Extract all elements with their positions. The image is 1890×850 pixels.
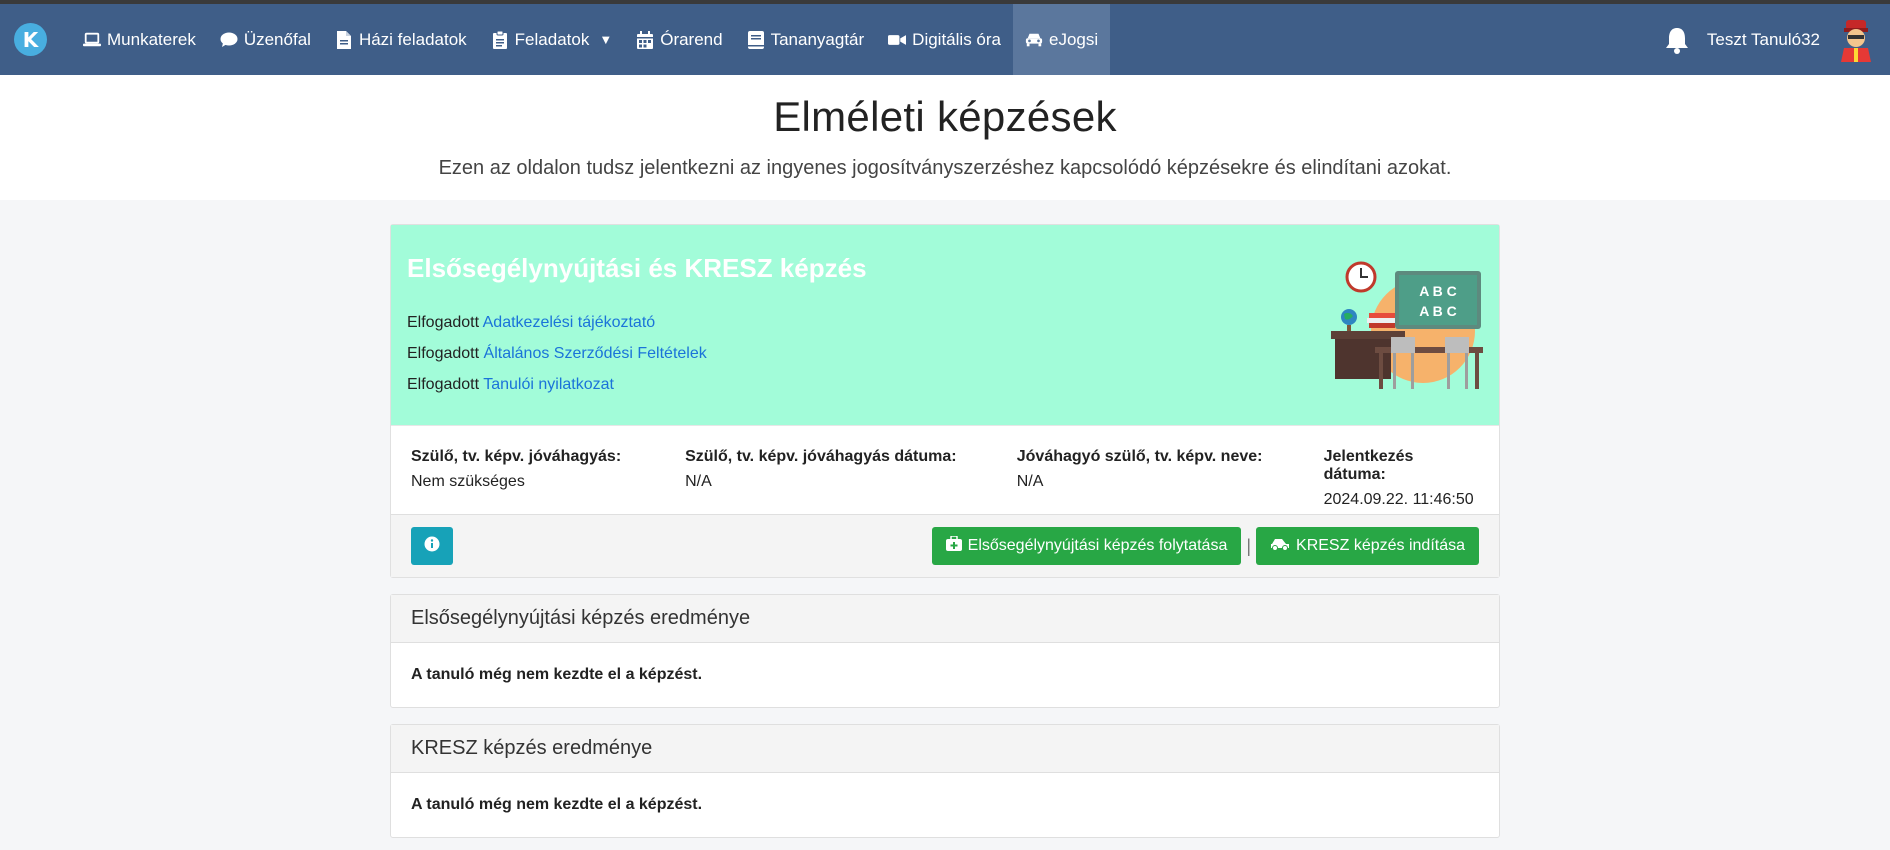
result-title: KRESZ képzés eredménye <box>391 725 1499 773</box>
nav-item-label: Üzenőfal <box>243 29 311 49</box>
app-logo[interactable]: K <box>14 23 47 56</box>
info-value: N/A <box>685 473 712 490</box>
info-label: Jóváhagyó szülő, tv. képv. neve: <box>1016 448 1263 465</box>
nav-item-label: Tananyagtár <box>770 29 865 49</box>
action-buttons: Elsősegélynyújtási képzés folytatása | K… <box>931 527 1479 565</box>
consent-link-adatkezelesi[interactable]: Adatkezelési tájékoztató <box>483 314 656 331</box>
nav-user-area: Teszt Tanuló32 <box>1663 18 1876 62</box>
caret-down-icon: ▼ <box>599 32 613 47</box>
result-text: A tanuló még nem kezdte el a képzést. <box>411 796 703 813</box>
consent-item: Elfogadott Tanulói nyilatkozat <box>407 376 1483 394</box>
consent-prefix: Elfogadott <box>407 314 480 331</box>
board-text-2: A B C <box>1419 303 1457 319</box>
page-subtitle: Ezen az oldalon tudsz jelentkezni az ing… <box>438 157 1452 179</box>
nav-item-label: Munkaterek <box>107 29 196 49</box>
car-side-icon <box>1270 537 1290 556</box>
kresz-result-card: KRESZ képzés eredménye A tanuló még nem … <box>390 724 1500 838</box>
car-icon <box>1025 31 1043 49</box>
username[interactable]: Teszt Tanuló32 <box>1707 30 1820 50</box>
nav-item-orarend[interactable]: Órarend <box>624 4 734 75</box>
bell-icon[interactable] <box>1663 25 1691 55</box>
nav-item-label: Órarend <box>660 29 723 49</box>
consent-item: Elfogadott Általános Szerződési Feltétel… <box>407 345 1483 363</box>
calendar-icon <box>636 30 654 49</box>
consent-link-tanuloi-nyilatkozat[interactable]: Tanulói nyilatkozat <box>483 376 614 393</box>
info-approval-date: Szülő, tv. képv. jóváhagyás dátuma: N/A <box>685 448 1017 492</box>
nav-item-munkaterek[interactable]: Munkaterek <box>71 4 208 75</box>
training-actions: Elsősegélynyújtási képzés folytatása | K… <box>391 514 1499 577</box>
nav-item-hazi-feladatok[interactable]: Házi feladatok <box>323 4 479 75</box>
nav-item-tananyagtar[interactable]: Tananyagtár <box>735 4 877 75</box>
nav-item-label: Feladatok <box>514 29 590 49</box>
button-separator: | <box>1246 535 1252 556</box>
training-title: Elsősegélynyújtási és KRESZ képzés <box>407 253 867 283</box>
main-content: Elsősegélynyújtási és KRESZ képzés Elfog… <box>390 224 1500 838</box>
continue-first-aid-button[interactable]: Elsősegélynyújtási képzés folytatása <box>931 527 1242 565</box>
nav-item-label: Digitális óra <box>912 29 1001 49</box>
nav-item-ejogsi[interactable]: eJogsi <box>1012 4 1111 75</box>
clipboard-icon <box>491 30 509 49</box>
nav-item-label: eJogsi <box>1048 29 1099 49</box>
consent-prefix: Elfogadott <box>407 376 480 393</box>
classroom-illustration: A B C A B C <box>1331 261 1483 389</box>
start-kresz-label: KRESZ képzés indítása <box>1296 537 1465 554</box>
info-application-date: Jelentkezés dátuma: 2024.09.22. 11:46:50 <box>1323 448 1479 508</box>
info-parent-approval: Szülő, tv. képv. jóváhagyás: Nem szükség… <box>411 448 685 492</box>
info-value: N/A <box>1016 473 1044 490</box>
info-button[interactable] <box>411 527 453 565</box>
nav-item-feladatok[interactable]: Feladatok ▼ <box>479 4 625 75</box>
page-title: Elméleti képzések <box>773 93 1117 140</box>
medkit-icon <box>945 535 962 556</box>
info-label: Jelentkezés dátuma: <box>1323 448 1414 483</box>
consent-link-aszf[interactable]: Általános Szerződési Feltételek <box>484 345 707 362</box>
result-text: A tanuló még nem kezdte el a képzést. <box>411 666 703 683</box>
page-header: Elméleti képzések Ezen az oldalon tudsz … <box>0 75 1890 200</box>
laptop-icon <box>83 31 101 49</box>
info-value: Nem szükséges <box>411 473 525 490</box>
info-label: Szülő, tv. képv. jóváhagyás dátuma: <box>685 448 957 465</box>
result-title: Elsősegélynyújtási képzés eredménye <box>391 595 1499 643</box>
book-icon <box>747 30 765 49</box>
nav-item-digitalis-ora[interactable]: Digitális óra <box>876 4 1013 75</box>
top-navbar: K Munkaterek Üzenőfal Házi feladatok Fel… <box>0 4 1890 75</box>
file-icon <box>335 30 353 49</box>
training-info-row: Szülő, tv. képv. jóváhagyás: Nem szükség… <box>391 425 1499 514</box>
consent-prefix: Elfogadott <box>407 345 480 362</box>
info-label: Szülő, tv. képv. jóváhagyás: <box>411 448 622 465</box>
avatar[interactable] <box>1836 18 1876 62</box>
training-card: Elsősegélynyújtási és KRESZ képzés Elfog… <box>390 224 1500 578</box>
board-text-1: A B C <box>1419 283 1457 299</box>
comment-icon <box>220 31 238 49</box>
nav-item-label: Házi feladatok <box>358 29 467 49</box>
info-approver-name: Jóváhagyó szülő, tv. képv. neve: N/A <box>1017 448 1324 492</box>
start-kresz-button[interactable]: KRESZ képzés indítása <box>1256 527 1479 565</box>
training-card-header: Elsősegélynyújtási és KRESZ képzés Elfog… <box>391 225 1499 425</box>
video-icon <box>888 31 907 49</box>
consent-item: Elfogadott Adatkezelési tájékoztató <box>407 314 1483 332</box>
nav-item-uzenofal[interactable]: Üzenőfal <box>208 4 323 75</box>
nav-menu: Munkaterek Üzenőfal Házi feladatok Felad… <box>71 4 1111 75</box>
continue-first-aid-label: Elsősegélynyújtási képzés folytatása <box>967 537 1228 554</box>
info-circle-icon <box>424 536 440 557</box>
first-aid-result-card: Elsősegélynyújtási képzés eredménye A ta… <box>390 594 1500 708</box>
info-value: 2024.09.22. 11:46:50 <box>1323 491 1474 508</box>
